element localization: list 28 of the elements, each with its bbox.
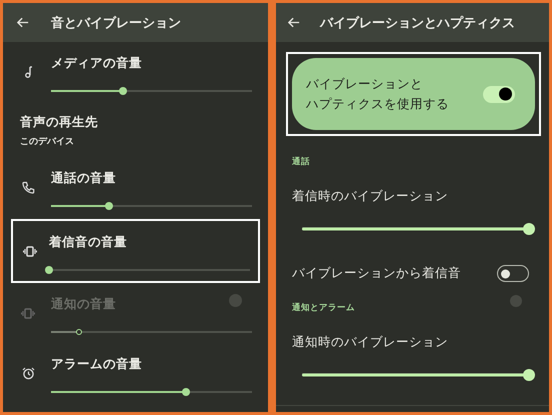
back-icon[interactable] xyxy=(17,17,29,28)
section-header: 通知とアラーム xyxy=(291,302,355,314)
screen-title: 音とバイブレーション xyxy=(51,14,181,32)
touch-dot xyxy=(510,295,522,307)
setting-value: このデバイス xyxy=(20,136,75,148)
main-switch-label: ハプティクスを使用する xyxy=(306,95,449,113)
vibrate-icon xyxy=(23,246,37,256)
setting-title: 着信時のバイブレーション xyxy=(292,188,449,205)
touch-dot xyxy=(229,294,242,307)
toggle-switch[interactable] xyxy=(497,265,529,282)
volume-label: メディアの音量 xyxy=(51,55,142,72)
toggle-switch[interactable] xyxy=(483,86,515,102)
volume-label: 着信音の音量 xyxy=(49,234,127,251)
section-header: 通話 xyxy=(291,156,310,168)
main-switch-card[interactable]: バイブレーションと ハプティクスを使用する xyxy=(292,58,535,130)
setting-title: バイブレーションから着信音 xyxy=(292,265,461,282)
setting-title: 音声の再生先 xyxy=(20,114,98,131)
phone-icon xyxy=(22,180,34,194)
screen-title: バイブレーションとハプティクス xyxy=(320,14,515,32)
volume-label: 通話の音量 xyxy=(51,170,116,187)
vibrate-icon xyxy=(21,308,35,318)
setting-title: 通知時のバイブレーション xyxy=(292,334,449,351)
volume-label: 通知の音量 xyxy=(51,296,116,313)
back-icon[interactable] xyxy=(288,17,300,28)
volume-label: アラームの音量 xyxy=(51,356,142,373)
main-switch-label: バイブレーションと xyxy=(306,75,423,93)
alarm-clock-icon xyxy=(22,366,34,380)
music-note-icon xyxy=(24,66,32,78)
